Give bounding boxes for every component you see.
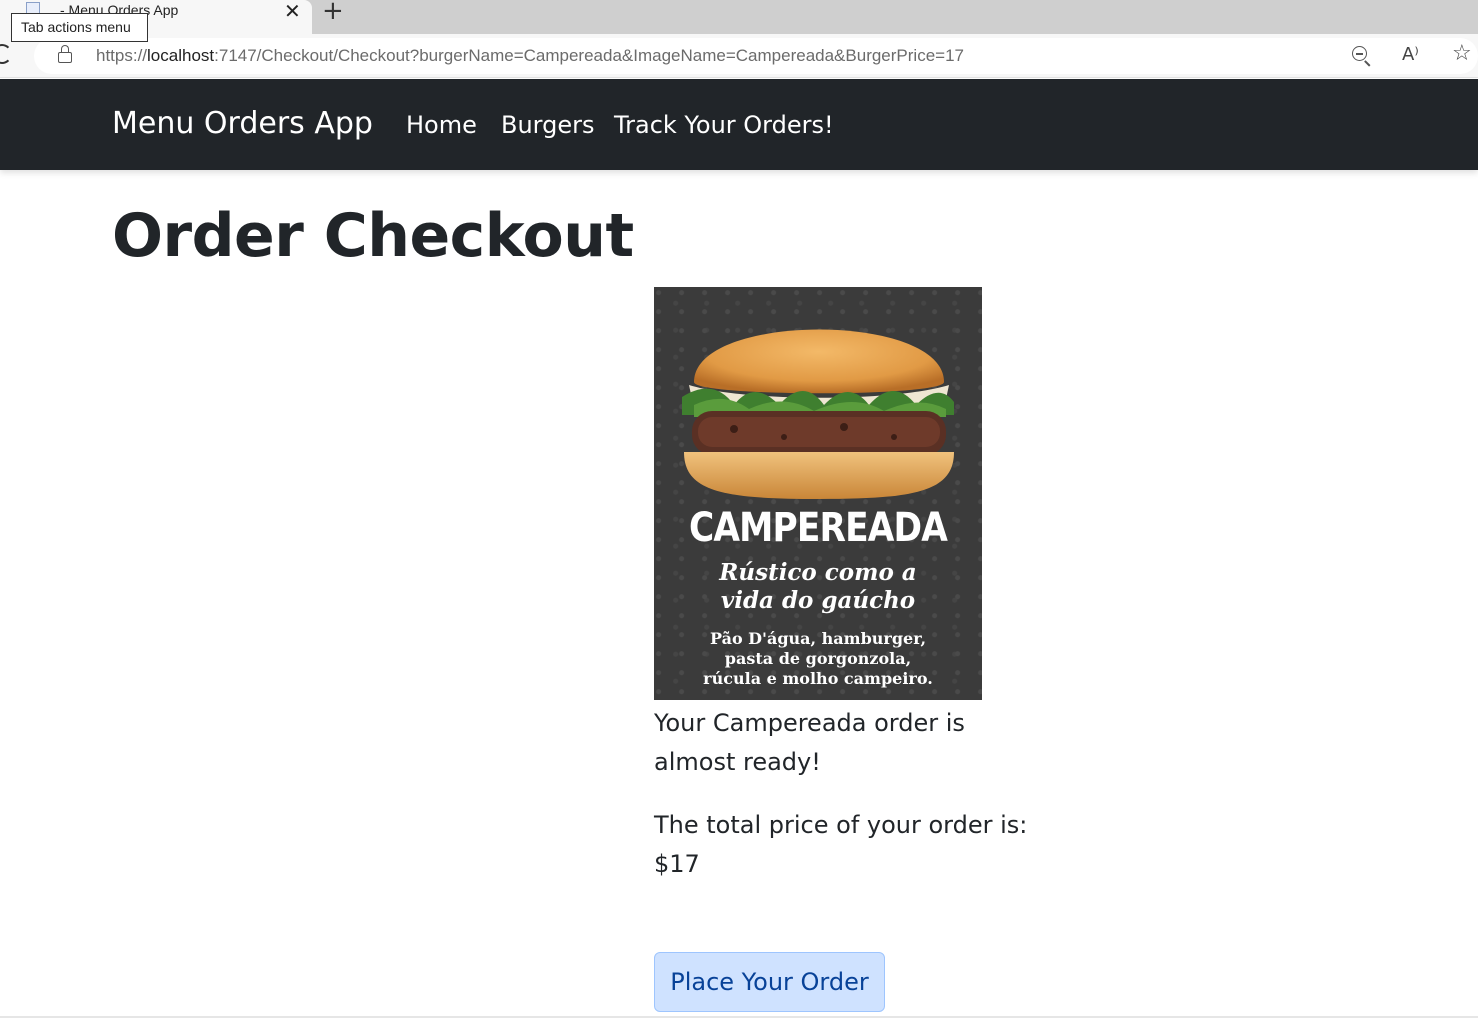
tab-strip: - Menu Orders App ✕ + [0, 0, 1478, 34]
order-total-price: The total price of your order is: $17 [654, 811, 1028, 878]
tab-actions-tooltip: Tab actions menu [11, 13, 148, 42]
image-title-text: CAMPEREADA [689, 505, 948, 551]
page-title: Order Checkout [112, 201, 634, 271]
address-bar[interactable]: https://localhost:7147/Checkout/Checkout… [34, 38, 1478, 74]
image-ingredients: Pão D'água, hamburger, pasta de gorgonzo… [703, 629, 933, 688]
new-tab-button[interactable]: + [322, 0, 344, 24]
address-bar-row: https://localhost:7147/Checkout/Checkout… [0, 34, 1478, 78]
zoom-out-icon[interactable] [1352, 46, 1372, 67]
brand-link[interactable]: Menu Orders App [112, 106, 373, 141]
lock-icon[interactable] [58, 45, 72, 63]
read-aloud-icon[interactable]: A⁾ [1402, 44, 1419, 65]
nav-home-link[interactable]: Home [406, 111, 477, 139]
url-text[interactable]: https://localhost:7147/Checkout/Checkout… [96, 46, 964, 66]
burger-image: CAMPEREADA Rústico como a vida do gaúcho… [654, 287, 982, 700]
close-tab-icon[interactable]: ✕ [284, 0, 301, 22]
reload-icon[interactable] [0, 44, 12, 64]
nav-track-orders-link[interactable]: Track Your Orders! [614, 111, 834, 139]
place-order-button[interactable]: Place Your Order [654, 952, 885, 1012]
order-status-message: Your Campereada order is almost ready! [654, 709, 965, 776]
favorite-star-icon[interactable]: ☆ [1452, 41, 1472, 66]
nav-burgers-link[interactable]: Burgers [501, 111, 595, 139]
image-tagline: Rústico como a vida do gaúcho [719, 559, 917, 614]
app-navbar: Menu Orders App Home Burgers Track Your … [0, 79, 1478, 170]
